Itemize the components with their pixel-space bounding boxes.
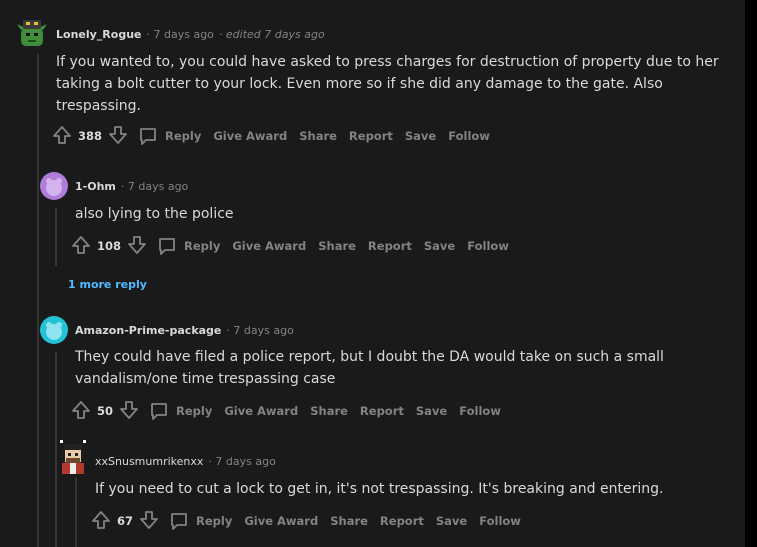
comment-actions: 67 Reply Give Award Share Report Save Fo… [91, 509, 521, 533]
avatar[interactable] [17, 18, 47, 48]
upvote-icon[interactable] [91, 510, 111, 533]
upvote-icon[interactable] [71, 400, 91, 423]
thread-line[interactable] [75, 478, 77, 547]
save-button[interactable]: Save [436, 514, 467, 528]
vote-count: 388 [78, 129, 103, 143]
comment-bubble-icon [151, 403, 167, 420]
save-button[interactable]: Save [405, 129, 436, 143]
avatar[interactable] [40, 172, 68, 200]
reply-button[interactable]: Reply [157, 236, 220, 256]
author-name[interactable]: Lonely_Rogue [56, 28, 142, 41]
save-button[interactable]: Save [416, 404, 447, 418]
give-award-button[interactable]: Give Award [213, 129, 287, 143]
reply-button[interactable]: Reply [169, 511, 232, 531]
comment-body: If you need to cut a lock to get in, it'… [95, 478, 663, 500]
comment-bubble-icon [159, 238, 175, 255]
downvote-icon[interactable] [108, 125, 128, 148]
follow-button[interactable]: Follow [448, 129, 490, 143]
avatar[interactable] [40, 316, 68, 344]
thread-line[interactable] [37, 54, 39, 547]
comment-actions: 388 Reply Give Award Share Report Save F… [52, 124, 490, 148]
report-button[interactable]: Report [360, 404, 404, 418]
report-button[interactable]: Report [380, 514, 424, 528]
comment-header: xxSnusmumrikenxx · 7 days ago [95, 451, 276, 471]
downvote-icon[interactable] [119, 400, 139, 423]
downvote-icon[interactable] [127, 235, 147, 258]
timestamp[interactable]: · 7 days ago [226, 324, 293, 337]
author-name[interactable]: xxSnusmumrikenxx [95, 455, 203, 468]
give-award-button[interactable]: Give Award [224, 404, 298, 418]
timestamp[interactable]: · 7 days ago [147, 28, 214, 41]
vote-count: 108 [97, 239, 122, 253]
author-name[interactable]: Amazon-Prime-package [75, 324, 221, 337]
give-award-button[interactable]: Give Award [232, 239, 306, 253]
snoo-avatar-icon [46, 322, 62, 340]
comment-header: Lonely_Rogue · 7 days ago · edited 7 day… [56, 24, 325, 44]
upvote-icon[interactable] [52, 125, 72, 148]
comment-text-line: also lying to the police [75, 206, 234, 222]
comment-panel: Lonely_Rogue · 7 days ago · edited 7 day… [0, 0, 745, 547]
comment-body: also lying to the police [75, 203, 234, 225]
comment-text-line: trespassing. [56, 98, 141, 114]
reply-button[interactable]: Reply [149, 401, 212, 421]
downvote-icon[interactable] [139, 510, 159, 533]
comment-text-line: taking a bolt cutter to your lock. Even … [56, 76, 663, 92]
more-replies-link[interactable]: 1 more reply [68, 278, 147, 291]
share-button[interactable]: Share [330, 514, 368, 528]
comment-body: If you wanted to, you could have asked t… [56, 51, 719, 117]
share-button[interactable]: Share [310, 404, 348, 418]
give-award-button[interactable]: Give Award [244, 514, 318, 528]
snoo-avatar-icon [46, 178, 62, 196]
follow-button[interactable]: Follow [467, 239, 509, 253]
edited-label: · edited 7 days ago [218, 27, 325, 41]
comment-body: They could have filed a police report, b… [75, 346, 664, 390]
timestamp[interactable]: · 7 days ago [208, 455, 275, 468]
comment-text-line: They could have filed a police report, b… [75, 349, 664, 365]
avatar[interactable] [58, 440, 88, 474]
vote-count: 67 [117, 514, 134, 528]
timestamp[interactable]: · 7 days ago [121, 180, 188, 193]
comment-text-line: If you need to cut a lock to get in, it'… [95, 481, 664, 497]
comment-text-line: vandalism/one time trespassing case [75, 371, 336, 387]
comment-bubble-icon [171, 513, 187, 530]
share-button[interactable]: Share [299, 129, 337, 143]
comment-header: Amazon-Prime-package · 7 days ago [75, 320, 294, 340]
reply-button[interactable]: Reply [138, 126, 201, 146]
reply-label: Reply [165, 129, 202, 143]
comment-actions: 50 Reply Give Award Share Report Save Fo… [71, 399, 501, 423]
goblin-avatar-icon [17, 20, 47, 46]
reply-label: Reply [196, 514, 233, 528]
vote-count: 50 [97, 404, 114, 418]
share-button[interactable]: Share [318, 239, 356, 253]
reply-label: Reply [176, 404, 213, 418]
save-button[interactable]: Save [424, 239, 455, 253]
follow-button[interactable]: Follow [459, 404, 501, 418]
upvote-icon[interactable] [71, 235, 91, 258]
thread-line[interactable] [55, 208, 57, 266]
report-button[interactable]: Report [368, 239, 412, 253]
follow-button[interactable]: Follow [479, 514, 521, 528]
report-button[interactable]: Report [349, 129, 393, 143]
comment-header: 1-Ohm · 7 days ago [75, 176, 188, 196]
comment-actions: 108 Reply Give Award Share Report Save F… [71, 234, 509, 258]
pixel-avatar-icon [60, 440, 86, 474]
thread-line[interactable] [55, 352, 57, 547]
author-name[interactable]: 1-Ohm [75, 180, 116, 193]
comment-bubble-icon [140, 128, 156, 145]
reply-label: Reply [184, 239, 221, 253]
comment-text-line: If you wanted to, you could have asked t… [56, 54, 719, 70]
